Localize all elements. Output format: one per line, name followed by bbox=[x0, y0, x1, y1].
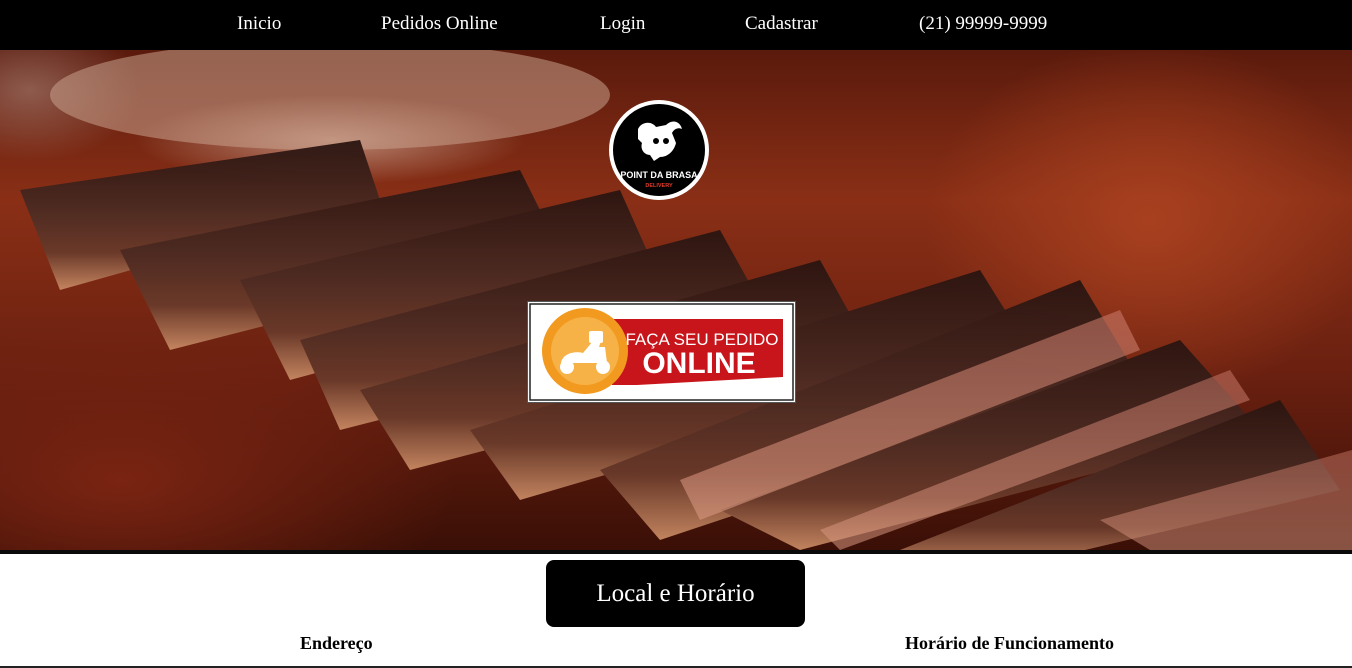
local-e-horario-button[interactable]: Local e Horário bbox=[546, 560, 805, 627]
opening-hours-heading: Horário de Funcionamento bbox=[905, 633, 1114, 653]
hero-divider bbox=[0, 550, 1352, 554]
nav-phone-number[interactable]: (21) 99999-9999 bbox=[919, 13, 1047, 35]
nav-link-cadastrar[interactable]: Cadastrar bbox=[745, 13, 818, 35]
nav-link-pedidos-online[interactable]: Pedidos Online bbox=[381, 13, 498, 35]
address-heading: Endereço bbox=[300, 633, 373, 653]
point-da-brasa-logo[interactable]: POINT DA BRASA DELIVERY bbox=[608, 99, 710, 201]
nav-link-login[interactable]: Login bbox=[600, 13, 645, 35]
scooter-badge bbox=[542, 308, 628, 394]
top-nav: Inicio Pedidos Online Login Cadastrar (2… bbox=[0, 0, 1352, 50]
nav-link-inicio[interactable]: Inicio bbox=[237, 13, 281, 35]
order-online-banner[interactable]: FAÇA SEU PEDIDO ONLINE bbox=[527, 301, 796, 403]
logo-subtitle: DELIVERY bbox=[645, 183, 673, 189]
banner-line2: ONLINE bbox=[642, 347, 755, 380]
logo-title: POINT DA BRASA bbox=[620, 170, 698, 180]
